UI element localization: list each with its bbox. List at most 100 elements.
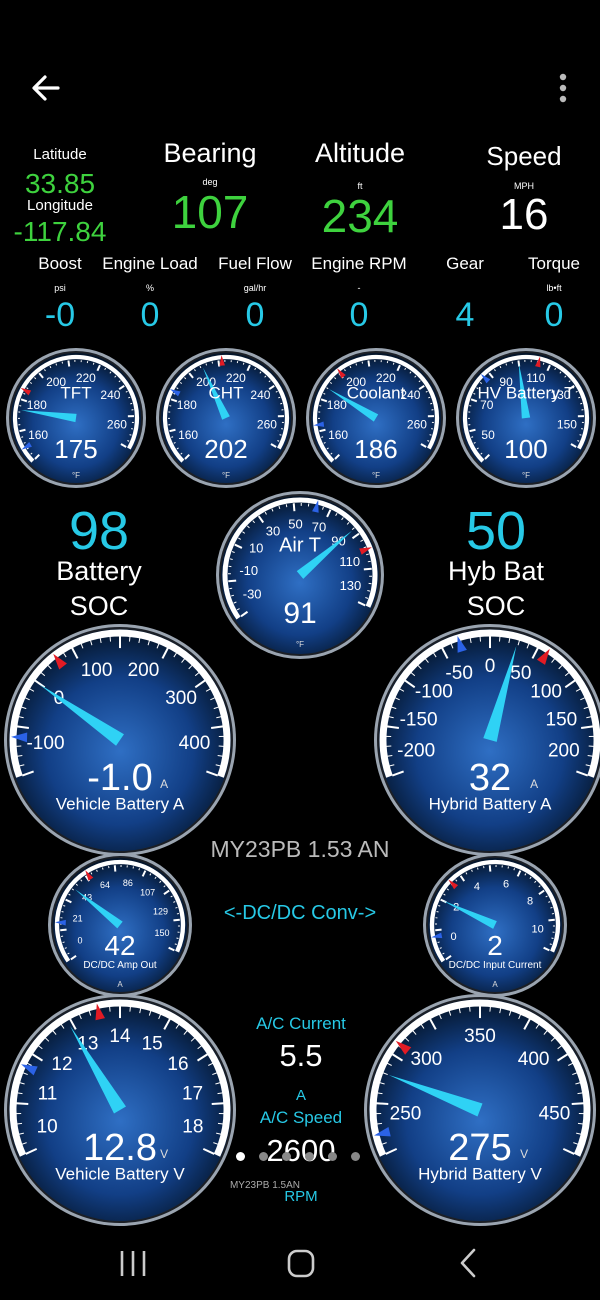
gauge-label: CHT (209, 383, 244, 402)
gauge-unit: V (520, 1147, 528, 1161)
overflow-menu-button[interactable] (552, 72, 574, 106)
gauge-tick-label: 110 (339, 554, 360, 569)
cht-gauge[interactable]: 160 180 200 220 240 260 CHT 202 °F (148, 340, 304, 496)
torque-label: Torque (528, 254, 580, 273)
home-button[interactable] (278, 1243, 324, 1283)
gauge-value: 202 (204, 434, 247, 464)
gauge-label: Coolant (347, 383, 406, 402)
gauge-value: -1.0 (87, 757, 152, 799)
page-dot[interactable] (328, 1152, 337, 1161)
gauge-tick-label: 160 (178, 428, 198, 442)
gauge-tick-label: 86 (123, 878, 133, 888)
page-dot[interactable] (236, 1152, 245, 1161)
vehicle-battery-a-gauge[interactable]: -1000100200300400Vehicle Battery A-1.0A (0, 616, 244, 864)
gauge-tick-label: 200 (548, 741, 580, 762)
hyb-bat-soc-label-1: Hyb Bat (447, 556, 545, 586)
altitude-value: 234 (321, 190, 399, 242)
engine-rpm-unit: - (357, 283, 361, 293)
home-icon (287, 1249, 315, 1278)
dcdc-amp-out-gauge[interactable]: 021436486107129150DC/DC Amp Out42A (40, 845, 200, 1005)
gauge-tick-label: 160 (328, 428, 348, 442)
ac-speed-label: A/C Speed (259, 1108, 343, 1127)
gauge-tick-label: 18 (182, 1116, 203, 1137)
gauge-tick-label: 150 (155, 928, 170, 938)
gauge-tick-label: 11 (38, 1083, 58, 1104)
gauge-tick-label: 0 (77, 935, 82, 945)
gauge-value: 186 (354, 434, 397, 464)
gauge-tick-label: -100 (26, 733, 64, 754)
page-dot[interactable] (282, 1152, 291, 1161)
gauge-tick-label: 260 (407, 417, 427, 431)
gauge-label: TFT (60, 383, 91, 402)
gauge-tick-label: 200 (128, 660, 160, 681)
gauge-tick-label: -150 (400, 709, 438, 730)
gauge-value: 175 (54, 434, 97, 464)
engine-rpm-label: Engine RPM (311, 254, 407, 273)
gauge-label: DC/DC Input Current (449, 960, 542, 971)
system-nav-bar (0, 1225, 600, 1300)
tft-gauge[interactable]: 160 180 200 220 240 260 TFT 175 °F (0, 340, 154, 496)
latitude-value: 33.85 (24, 168, 96, 199)
boost-unit: psi (54, 283, 66, 293)
battery-soc-value: 98 (68, 501, 130, 561)
back-nav-button[interactable] (446, 1243, 492, 1283)
gauge-value: 100 (504, 434, 547, 464)
dcdc-input-current-gauge[interactable]: 0246810DC/DC Input Current2A (415, 845, 575, 1005)
back-chevron-icon (460, 1248, 476, 1278)
gauge-tick-label: 70 (312, 520, 326, 535)
gauge-unit: °F (522, 471, 530, 480)
engine-load-unit: % (145, 283, 155, 293)
gauge-tick-label: 130 (340, 578, 362, 593)
gauge-tick-label: 0 (485, 656, 496, 677)
gauge-tick-label: 300 (411, 1049, 443, 1070)
gauge-value: 32 (469, 757, 511, 799)
dcdc-conv-label: <-DC/DC Conv-> (223, 902, 377, 924)
coolant-gauge[interactable]: 160 180 200 220 240 260 Coolant 186 °F (298, 340, 454, 496)
page-indicator[interactable] (232, 1150, 372, 1166)
gauge-tick-label: 180 (177, 398, 197, 412)
gauge-value: 12.8 (83, 1127, 157, 1169)
boost-label: Boost (38, 254, 82, 273)
vehicle-battery-v-gauge[interactable]: 10 11 12 13 14 15 16 17 18 Vehicle Battery V 12.8 V (0, 986, 244, 1234)
recents-button[interactable] (110, 1243, 156, 1283)
engine-load-value: 0 (140, 296, 160, 334)
gauge-tick-label: 21 (73, 914, 83, 924)
gauge-tick-label: 150 (557, 417, 577, 431)
gauge-tick-label: 14 (109, 1026, 131, 1047)
page-dot[interactable] (305, 1152, 314, 1161)
gauge-tick-label: 180 (27, 398, 47, 412)
hybrid-battery-v-gauge[interactable]: 250 300 350 400 450 Hybrid Battery V 275 V (356, 986, 600, 1234)
gauge-tick-label: 17 (182, 1083, 203, 1104)
gauge-value: 275 (448, 1127, 511, 1169)
gauge-tick-label: 350 (464, 1026, 496, 1047)
back-button[interactable] (28, 70, 64, 106)
speed-value: 16 (499, 190, 549, 239)
gauge-unit: A (160, 777, 168, 791)
gauge-tick-label: 260 (257, 417, 277, 431)
page-dot[interactable] (259, 1152, 268, 1161)
hybrid-battery-a-gauge[interactable]: -200 -150 -100 -50 0 50 100 150 200 Hybrid Batter… (366, 616, 600, 864)
gauge-tick-label: 100 (81, 660, 113, 681)
gauge-tick-label: 16 (167, 1054, 188, 1075)
gauge-tick-label: 107 (140, 887, 155, 897)
gauge-tick-label: 64 (100, 880, 110, 890)
gauge-unit: °F (296, 640, 304, 649)
gauge-value: 2 (487, 930, 503, 961)
fuel-flow-value: 0 (245, 296, 265, 334)
page-dot[interactable] (351, 1152, 360, 1161)
hv-battery-t-gauge[interactable]: 50 70 90 110 130 150 HV Battery T 100 °F (448, 340, 600, 496)
gauge-tick-label: 400 (179, 733, 211, 754)
gauge-label: DC/DC Amp Out (83, 960, 157, 971)
gauge-value: 91 (283, 597, 316, 630)
gauge-label: HV Battery T (478, 383, 575, 402)
recents-icon (120, 1251, 146, 1276)
gauge-unit: °F (222, 471, 230, 480)
hyb-bat-soc-value: 50 (465, 501, 527, 561)
gauge-tick-label: 8 (527, 895, 533, 907)
fuel-flow-label: Fuel Flow (218, 254, 292, 273)
gauge-tick-label: -30 (243, 587, 262, 602)
gauge-tick-label: 250 (390, 1103, 422, 1124)
gauge-unit: A (530, 777, 538, 791)
gauge-tick-label: 240 (100, 388, 120, 402)
battery-soc-label-1: Battery (56, 556, 142, 586)
